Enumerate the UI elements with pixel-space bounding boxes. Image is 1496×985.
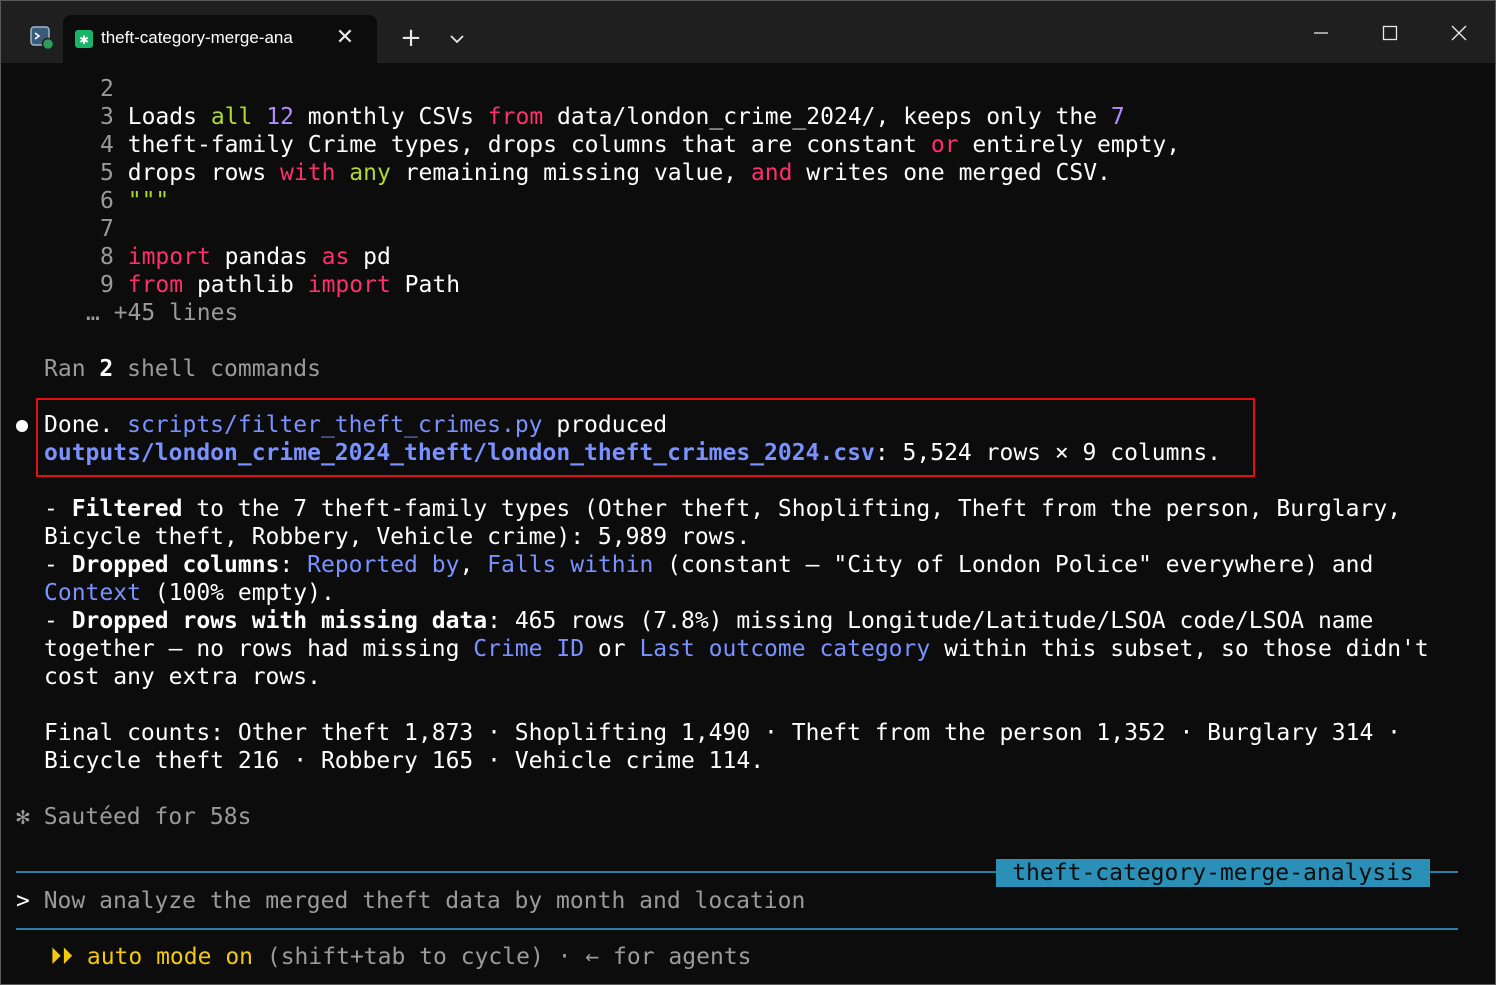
summary-line-6: together — no rows had missing Crime ID … <box>44 636 1429 662</box>
summary-line-2: Bicycle theft, Robbery, Vehicle crime): … <box>44 524 751 550</box>
status-line: ✻ Sautéed for 58s <box>16 804 252 830</box>
more-lines-indicator[interactable]: … +45 lines <box>86 299 238 327</box>
summary-line-4: Context (100% empty). <box>44 580 335 606</box>
chevron-down-icon[interactable] <box>445 29 469 49</box>
done-line-2: outputs/london_crime_2024_theft/london_t… <box>44 440 1222 466</box>
fast-forward-icon: ⏵⏵ <box>50 944 73 970</box>
done-line-1: Done. scripts/filter_theft_crimes.py pro… <box>44 412 668 438</box>
code-line-9: 9 from pathlib import Path <box>100 272 461 298</box>
output-path-link[interactable]: outputs/london_crime_2024_theft/london_t… <box>44 440 875 466</box>
tab-active[interactable]: ✱ theft-category-merge-ana ✕ <box>63 15 377 63</box>
summary-line-1: - Filtered to the 7 theft-family types (… <box>44 496 1402 522</box>
terminal-window: ✱ theft-category-merge-ana ✕ + 2 3 Loads… <box>0 0 1496 985</box>
title-bar: ✱ theft-category-merge-ana ✕ + <box>1 1 1495 63</box>
prompt-input[interactable]: > Now analyze the merged theft data by m… <box>16 887 805 915</box>
session-name-badge: theft-category-merge-analysis <box>996 859 1430 887</box>
tab-title: theft-category-merge-ana <box>101 28 293 47</box>
summary-line-3: - Dropped columns: Reported by, Falls wi… <box>44 552 1374 578</box>
terminal-content: 2 3 Loads all 12 monthly CSVs from data/… <box>1 63 1495 984</box>
code-line-6: 6 """ <box>100 188 170 214</box>
code-line-7: 7 <box>100 216 114 242</box>
prompt-bottom-separator <box>16 928 1458 930</box>
code-line-8: 8 import pandas as pd <box>100 244 391 270</box>
close-window-icon[interactable] <box>1439 17 1479 49</box>
spinner-icon: ✻ <box>16 804 30 830</box>
code-line-4: 4 theft-family Crime types, drops column… <box>100 132 1181 158</box>
final-counts-line-2: Bicycle theft 216 · Robbery 165 · Vehicl… <box>44 748 765 774</box>
summary-line-7: cost any extra rows. <box>44 664 321 690</box>
bullet-icon <box>16 420 28 432</box>
script-path-link[interactable]: scripts/filter_theft_crimes.py <box>127 412 542 438</box>
asterisk-icon: ✱ <box>75 30 93 48</box>
prompt-placeholder: Now analyze the merged theft data by mon… <box>29 888 806 914</box>
close-tab-icon[interactable]: ✕ <box>333 27 357 51</box>
maximize-icon[interactable] <box>1370 17 1410 49</box>
minimize-icon[interactable] <box>1301 17 1341 49</box>
prompt-caret: > <box>16 888 30 914</box>
summary-line-5: - Dropped rows with missing data: 465 ro… <box>44 608 1374 634</box>
code-line-5: 5 drops rows with any remaining missing … <box>100 160 1111 186</box>
ran-commands-summary[interactable]: Ran 2 shell commands <box>44 355 321 383</box>
final-counts-line-1: Final counts: Other theft 1,873 · Shopli… <box>44 720 1402 746</box>
code-line-3: 3 Loads all 12 monthly CSVs from data/lo… <box>100 104 1125 130</box>
code-line-2: 2 <box>100 76 114 102</box>
terminal-app-icon[interactable] <box>29 25 55 51</box>
mode-footer[interactable]: ⏵⏵ auto mode on (shift+tab to cycle) · ←… <box>50 943 752 971</box>
new-tab-button[interactable]: + <box>397 25 425 53</box>
